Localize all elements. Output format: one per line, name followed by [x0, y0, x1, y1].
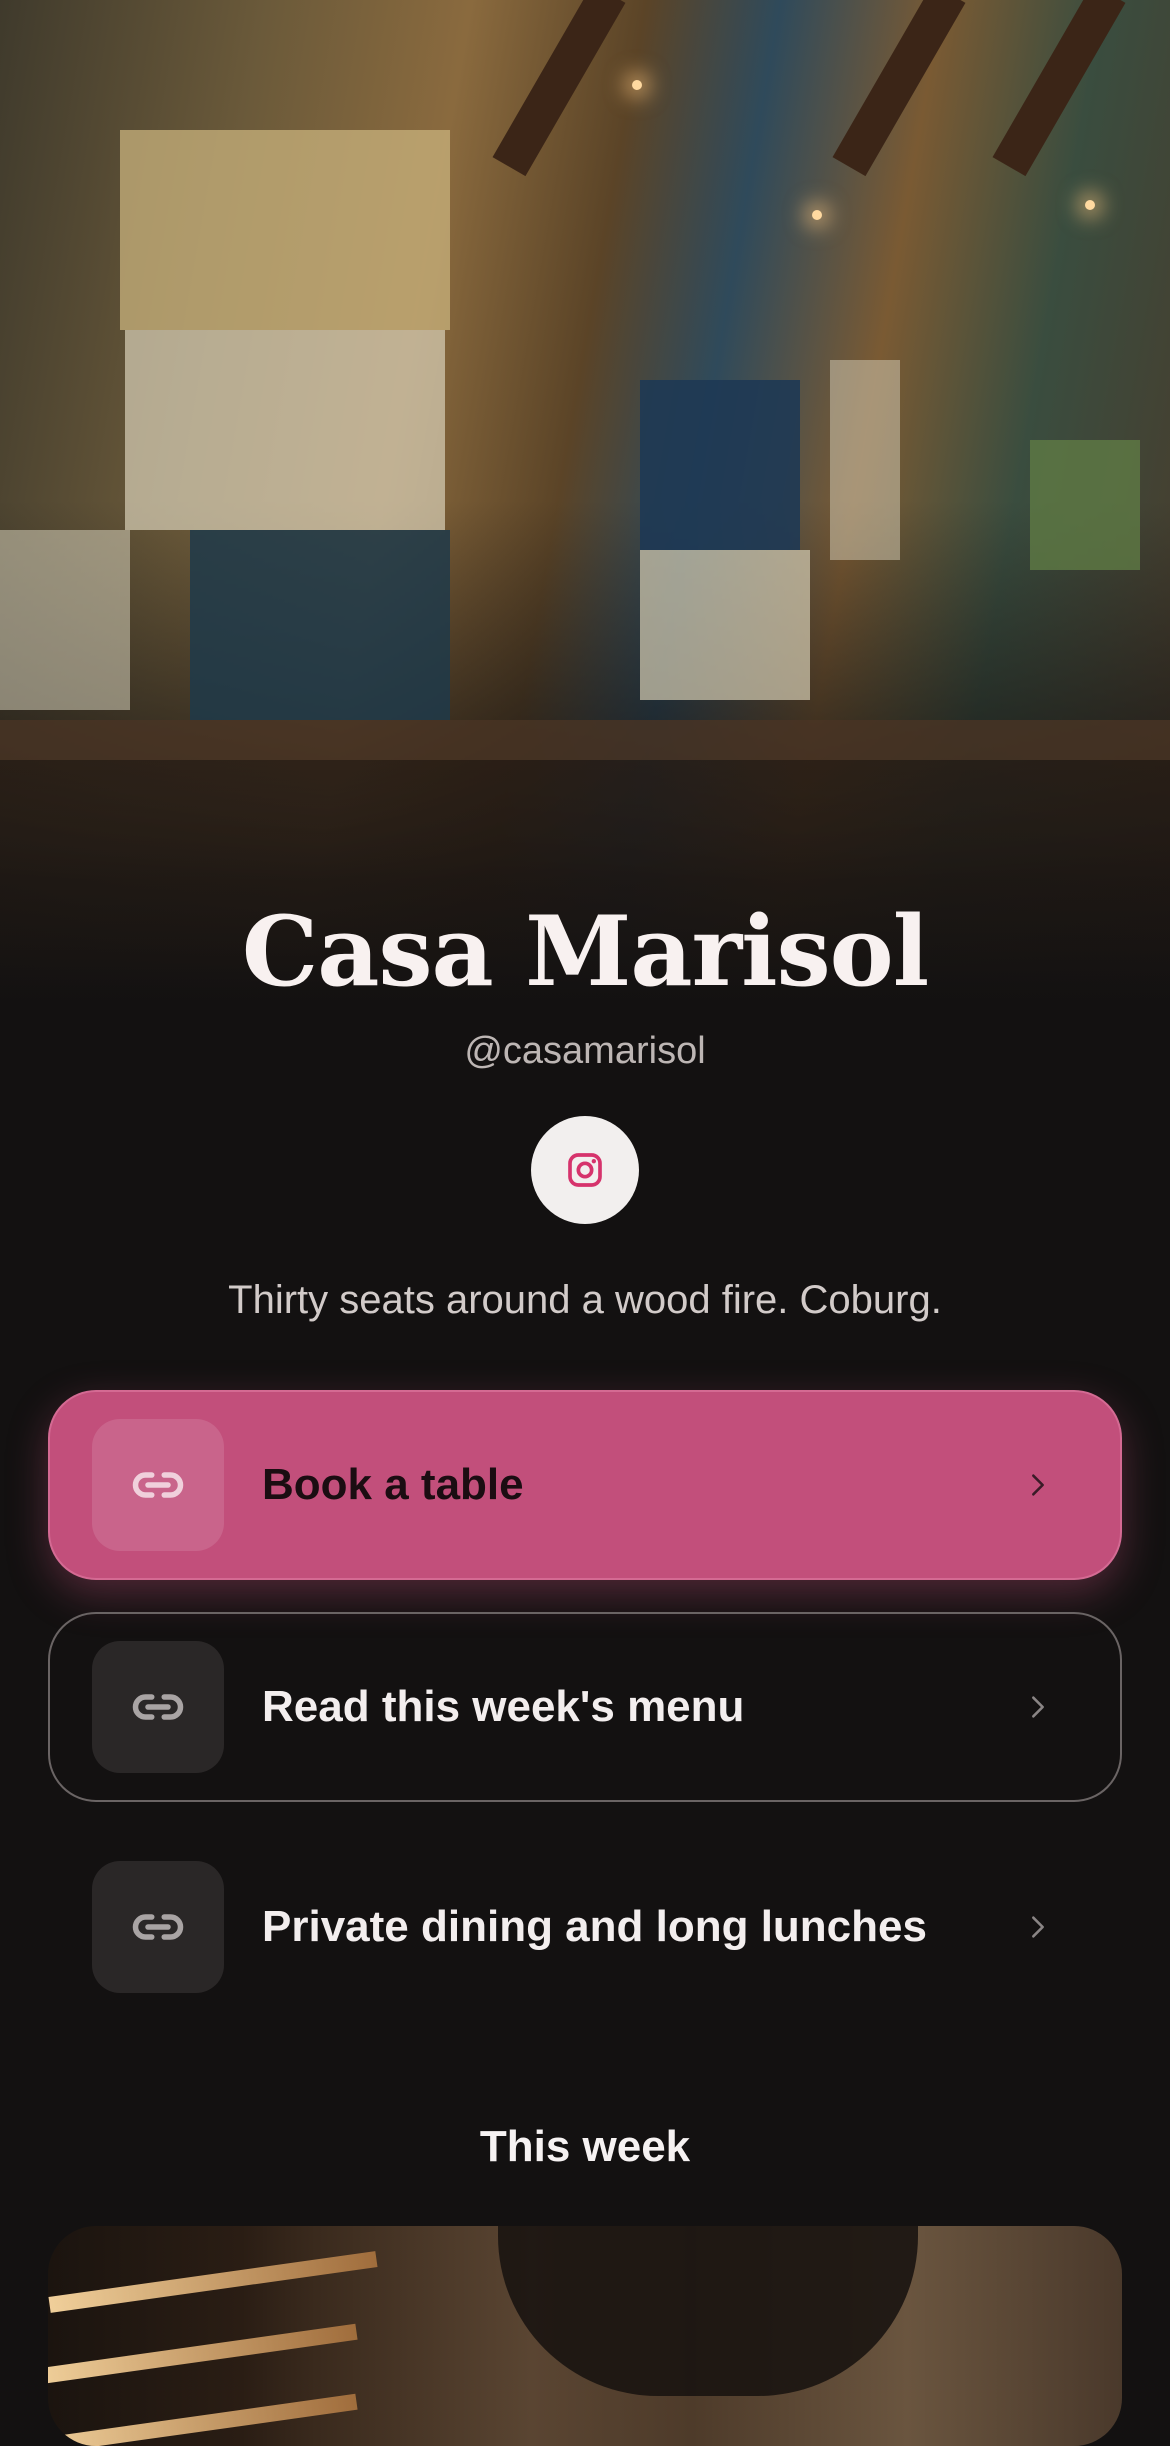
link-label: Private dining and long lunches [262, 1902, 927, 1951]
profile-name: Casa Marisol [241, 895, 929, 1008]
instagram-button[interactable] [531, 1116, 639, 1224]
link-book-a-table[interactable]: Book a table [48, 1390, 1122, 1580]
link-icon [132, 1472, 184, 1498]
link-icon [132, 1914, 184, 1940]
hero-image [0, 0, 1170, 1000]
link-label: Read this week's menu [262, 1682, 745, 1731]
profile-bio: Thirty seats around a wood fire. Coburg. [228, 1278, 942, 1322]
link-icon-box [92, 1861, 224, 1993]
chevron-right-icon [1018, 1907, 1058, 1947]
link-private-dining[interactable]: Private dining and long lunches [48, 1832, 1122, 2022]
link-icon [132, 1694, 184, 1720]
link-icon-box [92, 1419, 224, 1551]
feature-card-image[interactable] [48, 2226, 1122, 2446]
chevron-right-icon [1018, 1687, 1058, 1727]
section-title: This week [479, 2122, 691, 2171]
link-label: Book a table [262, 1460, 524, 1509]
instagram-icon [568, 1153, 602, 1187]
profile-handle: @casamarisol [464, 1030, 706, 1072]
link-weekly-menu[interactable]: Read this week's menu [48, 1612, 1122, 1802]
chevron-right-icon [1018, 1465, 1058, 1505]
link-icon-box [92, 1641, 224, 1773]
